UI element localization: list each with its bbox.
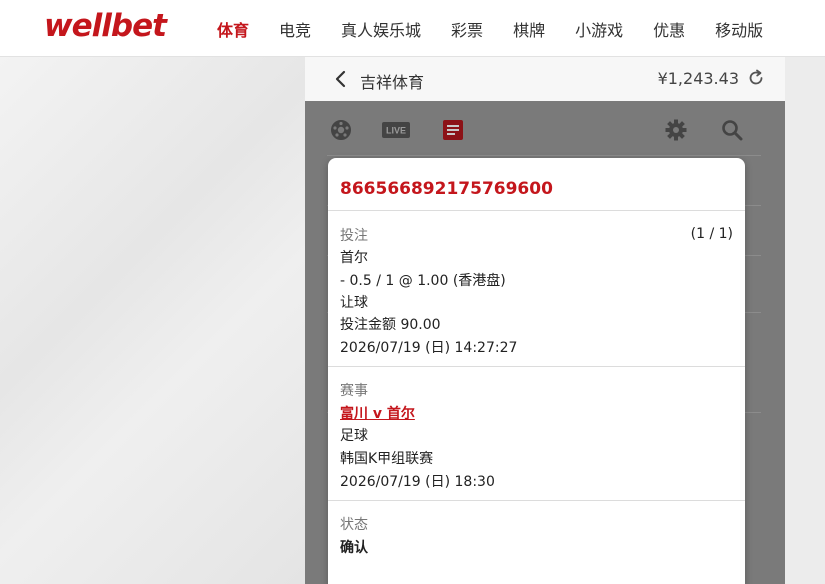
nav-item-mobile[interactable]: 移动版 bbox=[700, 17, 778, 41]
page-background bbox=[0, 57, 305, 584]
panel-title: 吉祥体育 bbox=[360, 73, 425, 92]
stake-amount: 投注金额 90.00 bbox=[340, 317, 441, 333]
ticket-id: 866566892175769600 bbox=[340, 179, 553, 199]
nav-item-lottery[interactable]: 彩票 bbox=[436, 17, 498, 41]
page-background-right bbox=[785, 57, 825, 584]
wellbet-logo[interactable]: wellbet bbox=[44, 8, 167, 44]
status-section-label: 状态 bbox=[340, 517, 368, 533]
match-time: 2026/07/19 (日) 18:30 bbox=[340, 474, 495, 490]
league-name: 韩国K甲组联赛 bbox=[340, 451, 434, 467]
soccer-ball-icon[interactable] bbox=[330, 119, 352, 141]
gear-icon[interactable] bbox=[665, 119, 687, 141]
top-navigation-bar: wellbet 体育 电竞 真人娱乐城 彩票 棋牌 小游戏 优惠 移动版 bbox=[0, 0, 825, 57]
main-nav: 体育 电竞 真人娱乐城 彩票 棋牌 小游戏 优惠 移动版 bbox=[202, 0, 778, 57]
list-divider bbox=[327, 155, 761, 156]
odds-line: - 0.5 / 1 @ 1.00 (香港盘) bbox=[340, 273, 506, 289]
bet-count: (1 / 1) bbox=[690, 226, 733, 242]
status-badge: 确认 bbox=[340, 540, 368, 556]
nav-item-esports[interactable]: 电竞 bbox=[264, 17, 326, 41]
divider bbox=[328, 210, 745, 211]
divider bbox=[328, 366, 745, 367]
back-arrow-icon[interactable] bbox=[331, 67, 351, 91]
nav-item-promotions[interactable]: 优惠 bbox=[638, 17, 700, 41]
market-type: 让球 bbox=[340, 295, 368, 311]
bet-slip-icon[interactable] bbox=[442, 119, 464, 141]
bet-section-label: 投注 bbox=[340, 228, 368, 244]
event-section-label: 赛事 bbox=[340, 383, 368, 399]
nav-item-sports[interactable]: 体育 bbox=[202, 17, 264, 41]
bet-details-modal: 866566892175769600 投注 (1 / 1) 首尔 - 0.5 /… bbox=[328, 158, 745, 584]
sports-toolbar: LIVE bbox=[305, 101, 785, 157]
search-icon[interactable] bbox=[721, 119, 743, 141]
nav-item-chess-cards[interactable]: 棋牌 bbox=[498, 17, 560, 41]
bet-time: 2026/07/19 (日) 14:27:27 bbox=[340, 340, 518, 356]
match-link-row: 富川 v 首尔 bbox=[340, 403, 415, 423]
nav-item-mini-games[interactable]: 小游戏 bbox=[560, 17, 638, 41]
divider bbox=[328, 500, 745, 501]
match-link[interactable]: 富川 v 首尔 bbox=[340, 406, 415, 422]
refresh-icon[interactable] bbox=[747, 69, 765, 87]
panel-header: 吉祥体育 ¥1,243.43 bbox=[305, 57, 785, 101]
sport-name: 足球 bbox=[340, 428, 368, 444]
live-icon[interactable]: LIVE bbox=[382, 122, 410, 138]
selection: 首尔 bbox=[340, 250, 368, 266]
balance-amount: ¥1,243.43 bbox=[657, 69, 739, 88]
svg-text:LIVE: LIVE bbox=[386, 126, 406, 136]
nav-item-live-casino[interactable]: 真人娱乐城 bbox=[326, 17, 436, 41]
